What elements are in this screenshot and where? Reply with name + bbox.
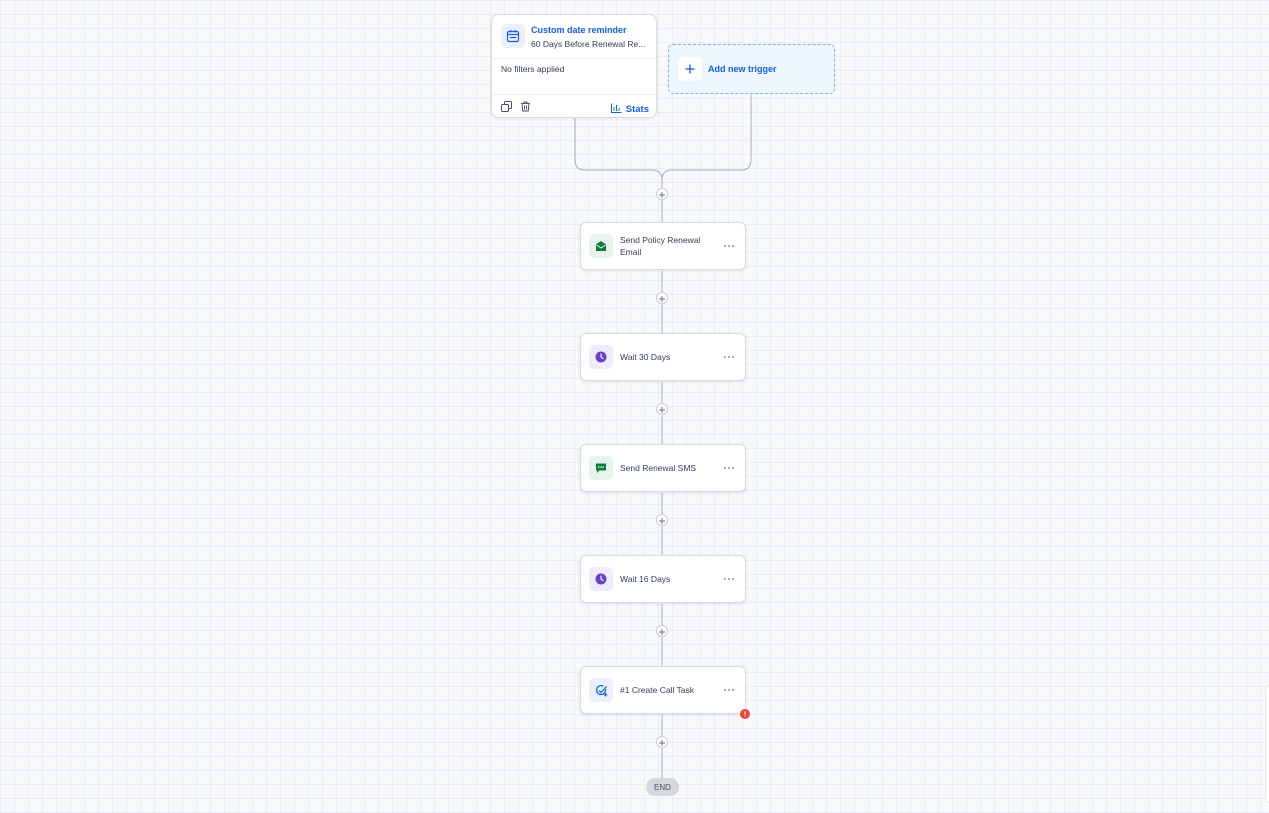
add-step-button[interactable] [656,514,668,526]
trigger-filters-text: No filters applied [501,64,565,74]
plus-icon [678,57,702,81]
sms-icon [589,456,613,480]
action-label: Send Renewal SMS [620,463,697,473]
plus-icon [659,185,665,203]
action-card-wait-30-days[interactable]: Wait 30 Days [580,333,746,381]
add-trigger-button[interactable]: Add new trigger [668,44,835,94]
email-icon [589,234,613,258]
action-label: Send Policy Renewal Email [620,235,701,257]
end-node: END [646,778,679,796]
trigger-header: Custom date reminder 60 Days Before Rene… [492,15,656,59]
action-card-send-renewal-sms[interactable]: Send Renewal SMS [580,444,746,492]
stats-button[interactable]: Stats [610,100,649,118]
stats-label: Stats [625,103,649,115]
action-card-send-policy-renewal-email[interactable]: Send Policy Renewal Email [580,222,746,270]
trigger-footer: Stats [492,94,656,117]
more-options-icon[interactable] [723,574,735,584]
more-options-icon[interactable] [723,352,735,362]
add-step-button[interactable] [656,403,668,415]
action-label: Wait 30 Days [620,352,671,362]
clock-icon [589,345,613,369]
add-step-button[interactable] [656,188,668,200]
plus-icon [659,511,665,529]
more-options-icon[interactable] [723,463,735,473]
trigger-title[interactable]: Custom date reminder [531,25,627,35]
trash-icon[interactable] [519,100,531,112]
more-options-icon[interactable] [723,241,735,251]
error-alert-icon[interactable] [740,709,750,719]
trigger-subtitle: 60 Days Before Renewal Re... [531,39,646,49]
plus-icon [659,289,665,307]
calendar-icon [501,24,525,48]
action-label: Wait 16 Days [620,574,671,584]
plus-icon [659,622,665,640]
action-card-create-call-task[interactable]: #1 Create Call Task [580,666,746,714]
add-step-button[interactable] [656,736,668,748]
copy-icon[interactable] [500,100,512,112]
bar-chart-icon [610,100,622,118]
task-icon [589,678,613,702]
action-card-wait-16-days[interactable]: Wait 16 Days [580,555,746,603]
plus-icon [659,400,665,418]
trigger-card[interactable]: Custom date reminder 60 Days Before Rene… [491,14,657,118]
add-trigger-label: Add new trigger [708,64,777,74]
side-panel-edge[interactable] [1265,684,1269,804]
add-step-button[interactable] [656,625,668,637]
clock-icon [589,567,613,591]
more-options-icon[interactable] [723,685,735,695]
action-label: #1 Create Call Task [620,685,695,695]
add-step-button[interactable] [656,292,668,304]
plus-icon [659,733,665,751]
